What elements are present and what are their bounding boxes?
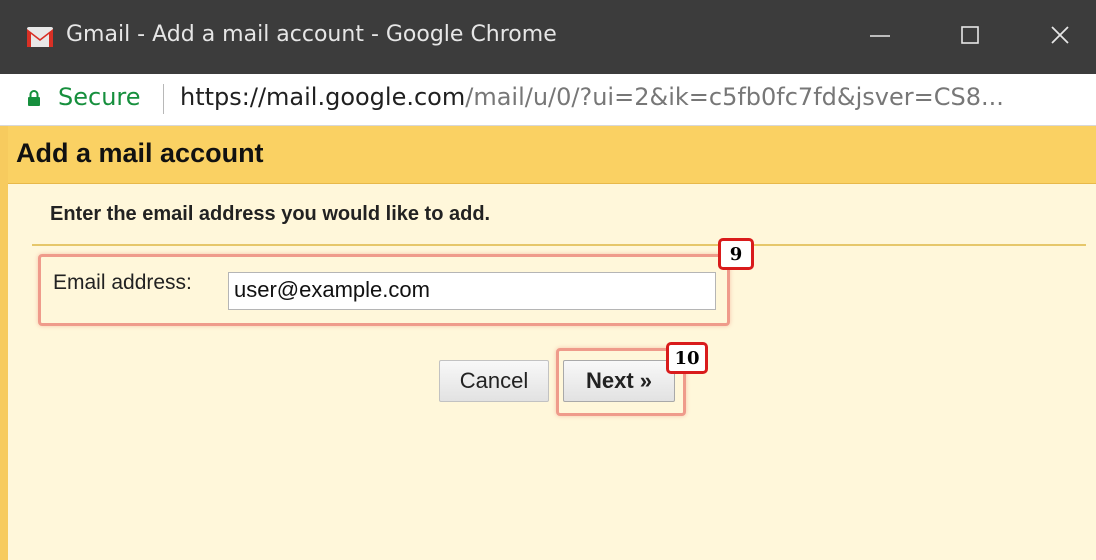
- minimize-icon: [870, 35, 890, 37]
- lock-icon: [28, 90, 40, 106]
- window-title: Gmail - Add a mail account - Google Chro…: [66, 22, 557, 47]
- email-input[interactable]: user@example.com: [228, 272, 716, 310]
- address-separator: [163, 84, 164, 114]
- email-label: Email address:: [53, 271, 192, 294]
- secure-label: Secure: [58, 83, 141, 111]
- url-text[interactable]: https://mail.google.com/mail/u/0/?ui=2&i…: [180, 83, 1004, 111]
- gmail-icon: [27, 27, 53, 47]
- maximize-icon: [961, 26, 979, 44]
- maximize-button[interactable]: [936, 0, 1006, 74]
- address-bar[interactable]: Secure https://mail.google.com/mail/u/0/…: [0, 74, 1096, 126]
- divider: [32, 244, 1086, 246]
- dialog-title: Add a mail account: [16, 138, 264, 168]
- cancel-button[interactable]: Cancel: [439, 360, 549, 402]
- next-button[interactable]: Next »: [563, 360, 675, 402]
- browser-title-bar: Gmail - Add a mail account - Google Chro…: [0, 0, 1096, 74]
- step-badge-email: 9: [718, 238, 754, 270]
- minimize-button[interactable]: [846, 0, 916, 74]
- instruction-text: Enter the email address you would like t…: [50, 203, 491, 225]
- close-icon: [1051, 26, 1069, 44]
- close-button[interactable]: [1026, 0, 1096, 74]
- dialog-header: Add a mail account: [0, 126, 1096, 184]
- step-badge-next: 10: [666, 342, 708, 374]
- url-path: /mail/u/0/?ui=2&ik=c5fb0fc7fd&jsver=CS8.…: [465, 83, 1004, 111]
- url-host: https://mail.google.com: [180, 83, 466, 111]
- dialog-left-edge: [0, 126, 8, 560]
